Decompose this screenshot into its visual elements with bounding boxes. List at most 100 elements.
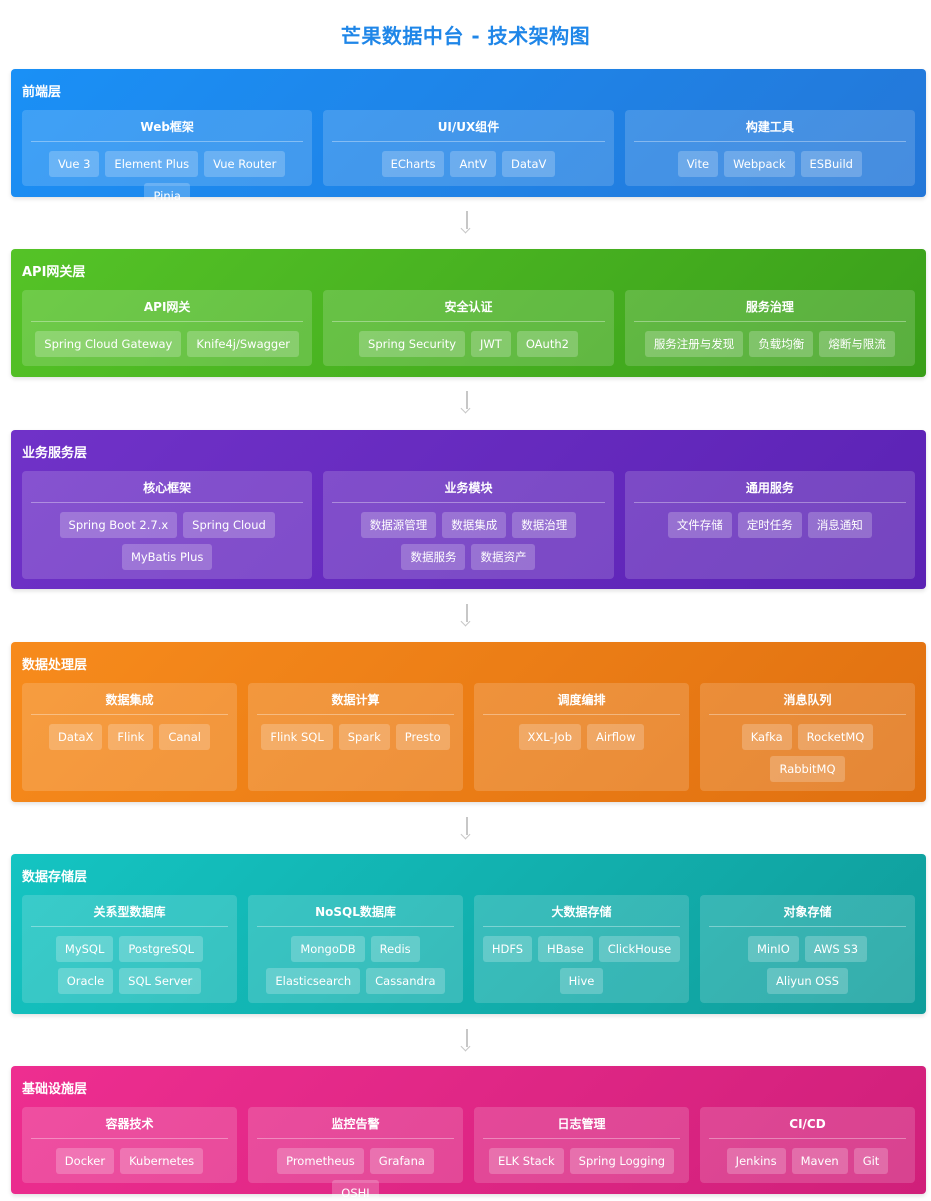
module-title: Web框架 xyxy=(31,110,304,142)
module-card: 构建工具 Vite Webpack ESBuild xyxy=(624,110,915,186)
tech-tag: Spark xyxy=(338,724,390,750)
tech-tag: Vite xyxy=(677,151,719,177)
tech-tag: Aliyun OSS xyxy=(767,968,848,994)
tech-tag: DataX xyxy=(49,724,103,750)
tech-tag: Spring Logging xyxy=(569,1148,675,1174)
tech-tag: Kafka xyxy=(741,724,792,750)
tech-tag: 定时任务 xyxy=(737,512,802,538)
tech-tag: 数据服务 xyxy=(401,544,466,570)
tech-tag: HDFS xyxy=(482,936,533,962)
tech-tag: HBase xyxy=(538,936,593,962)
module-title: 通用服务 xyxy=(633,471,906,503)
module-title: CI/CD xyxy=(709,1107,906,1139)
tech-tag: Git xyxy=(853,1148,889,1174)
tech-tag: Pinia xyxy=(144,183,190,209)
tag-list: 数据源管理 数据集成 数据治理 数据服务 数据资产 xyxy=(329,512,607,570)
module-title: API网关 xyxy=(31,290,304,322)
page-title: 芒果数据中台 - 技术架构图 xyxy=(340,24,591,48)
module-card: 关系型数据库 MySQL PostgreSQL Oracle SQL Server xyxy=(22,895,237,1003)
tag-list: ELK Stack Spring Logging xyxy=(480,1148,683,1174)
tech-tag: Presto xyxy=(395,724,450,750)
down-arrow-icon xyxy=(460,604,473,628)
module-title: 日志管理 xyxy=(483,1107,680,1139)
tag-list: HDFS HBase ClickHouse Hive xyxy=(480,936,683,994)
module-card: UI/UX组件 ECharts AntV DataV xyxy=(323,110,614,186)
tech-tag: Docker xyxy=(55,1148,115,1174)
down-arrow-icon xyxy=(460,817,473,841)
module-title: 核心框架 xyxy=(31,471,304,503)
tag-list: XXL-Job Airflow xyxy=(480,724,683,750)
tech-tag: JWT xyxy=(471,331,511,357)
module-card: 容器技术 Docker Kubernetes xyxy=(22,1107,237,1183)
module-title: 服务治理 xyxy=(633,290,906,322)
tech-tag: Redis xyxy=(370,936,420,962)
tech-tag: Vue 3 xyxy=(48,151,100,177)
tech-tag: Elasticsearch xyxy=(266,968,361,994)
layer-name: API网关层 xyxy=(22,265,86,280)
tech-tag: Kubernetes xyxy=(120,1148,204,1174)
tech-tag: 文件存储 xyxy=(667,512,732,538)
tech-tag: MyBatis Plus xyxy=(121,544,213,570)
tag-list: Prometheus Grafana OSHI xyxy=(254,1148,457,1201)
tech-tag: 消息通知 xyxy=(807,512,872,538)
module-title: 监控告警 xyxy=(257,1107,454,1139)
module-title: 构建工具 xyxy=(633,110,906,142)
tag-list: Spring Security JWT OAuth2 xyxy=(329,331,607,357)
module-card: 业务模块数据源管理 数据集成 数据治理 数据服务 数据资产 xyxy=(323,471,614,579)
tech-tag: Hive xyxy=(559,968,604,994)
layer-name: 数据存储层 xyxy=(22,870,88,885)
tech-tag: 数据源管理 xyxy=(360,512,437,538)
tech-tag: Grafana xyxy=(369,1148,434,1174)
layer-name: 数据处理层 xyxy=(22,658,88,673)
module-card: 大数据存储 HDFS HBase ClickHouse Hive xyxy=(474,895,689,1003)
tag-list: Flink SQL Spark Presto xyxy=(254,724,457,750)
tag-list: Vue 3 Element Plus Vue Router Pinia xyxy=(28,151,306,209)
module-title: 数据集成 xyxy=(31,683,228,715)
tech-tag: Flink SQL xyxy=(261,724,333,750)
tech-tag: Cassandra xyxy=(366,968,445,994)
layer-3: 数据处理层 数据集成 DataX Flink Canal 数据计算 Flink SQL Spa… xyxy=(11,642,926,802)
module-title: 消息队列 xyxy=(709,683,906,715)
module-title: 业务模块 xyxy=(332,471,605,503)
tag-list: Kafka RocketMQ RabbitMQ xyxy=(706,724,909,782)
down-arrow-icon xyxy=(460,211,473,235)
tech-tag: 数据集成 xyxy=(442,512,507,538)
module-card: 对象存储 MinIO AWS S3 Aliyun OSS xyxy=(700,895,915,1003)
tech-tag: 负载均衡 xyxy=(749,331,814,357)
module-card: 安全认证 Spring Security JWT OAuth2 xyxy=(323,290,614,366)
tag-list: DataX Flink Canal xyxy=(28,724,231,750)
tech-tag: 服务注册与发现 xyxy=(644,331,744,357)
module-title: NoSQL数据库 xyxy=(257,895,454,927)
tech-tag: PostgreSQL xyxy=(119,936,204,962)
tech-tag: ESBuild xyxy=(800,151,862,177)
layer-0: 前端层 Web框架 Vue 3 Element Plus Vue Router Pinia… xyxy=(11,69,926,209)
tech-tag: AntV xyxy=(450,151,497,177)
tech-tag: Jenkins xyxy=(726,1148,786,1174)
tech-tag: AWS S3 xyxy=(804,936,868,962)
module-title: 安全认证 xyxy=(332,290,605,322)
tech-tag: Canal xyxy=(159,724,210,750)
tech-tag: OSHI xyxy=(332,1180,379,1201)
tech-tag: ELK Stack xyxy=(488,1148,564,1174)
tag-list: Jenkins Maven Git xyxy=(706,1148,909,1174)
tag-list: Docker Kubernetes xyxy=(28,1148,231,1174)
tech-tag: Oracle xyxy=(57,968,114,994)
layer-1: API网关层 API网关 Spring Cloud Gateway Knife4j/S… xyxy=(11,249,926,377)
tech-tag: XXL-Job xyxy=(518,724,581,750)
module-title: 关系型数据库 xyxy=(31,895,228,927)
tech-tag: Element Plus xyxy=(105,151,199,177)
layer-2: 业务服务层 核心框架 Spring Boot 2.7.x Spring Cloud My… xyxy=(11,430,926,589)
tag-list: Spring Cloud Gateway Knife4j/Swagger xyxy=(28,331,306,357)
layer-name: 业务服务层 xyxy=(22,446,88,461)
tech-tag: Vue Router xyxy=(204,151,286,177)
layer-4: 数据存储层关系型数据库 MySQL PostgreSQL Oracle SQL Serv… xyxy=(11,854,926,1014)
down-arrow-icon xyxy=(460,1029,473,1053)
module-title: 大数据存储 xyxy=(483,895,680,927)
tech-tag: DataV xyxy=(502,151,556,177)
tech-tag: RocketMQ xyxy=(797,724,874,750)
tech-tag: OAuth2 xyxy=(516,331,578,357)
layer-name: 基础设施层 xyxy=(22,1082,88,1097)
tech-tag: Spring Cloud Gateway xyxy=(35,331,182,357)
module-card: 调度编排 XXL-Job Airflow xyxy=(474,683,689,791)
module-card: 监控告警 Prometheus Grafana OSHI xyxy=(248,1107,463,1201)
